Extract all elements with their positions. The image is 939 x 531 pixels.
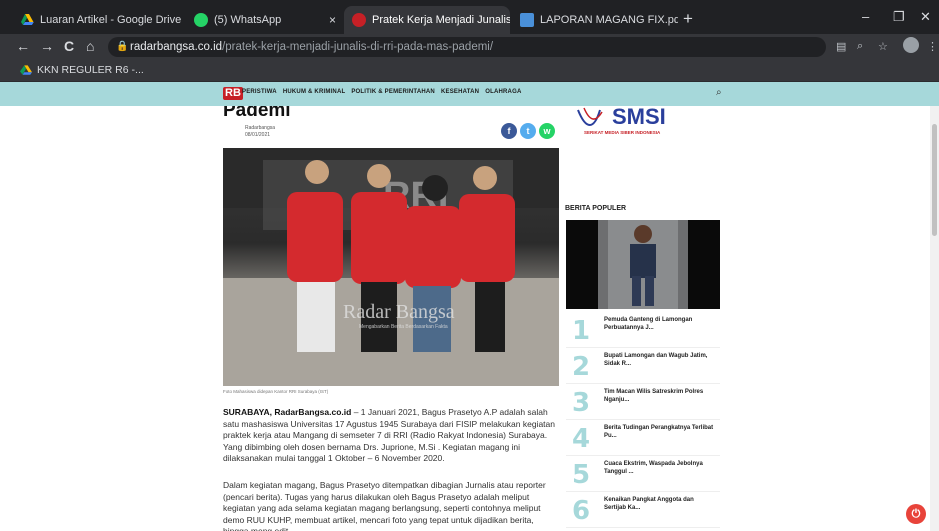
article-title: Pademi bbox=[223, 106, 291, 121]
popular-list: 1 Pemuda Ganteng di Lamongan Perbuatanny… bbox=[566, 312, 720, 528]
site-nav-bar: RB PERISTIWA HUKUM & KRIMINAL POLITIK & … bbox=[0, 82, 939, 106]
menu-item-hukum-kriminal[interactable]: HUKUM & KRIMINAL bbox=[283, 89, 346, 95]
popular-rank: 4 bbox=[572, 424, 591, 454]
smsi-subtitle: SERIKAT MEDIA SIBER INDONESIA bbox=[584, 130, 661, 135]
bookmark-star-icon[interactable]: ☆ bbox=[878, 40, 888, 53]
article-paragraph-2: Dalam kegiatan magang, Bagus Prasetyo di… bbox=[223, 480, 546, 531]
popular-title[interactable]: Kenaikan Pangkat Anggota dan Sertijab Ka… bbox=[604, 496, 716, 512]
popular-rank: 6 bbox=[572, 496, 591, 526]
reload-button[interactable]: C bbox=[64, 38, 74, 54]
popular-title[interactable]: Pemuda Ganteng di Lamongan Perbuatannya … bbox=[604, 316, 716, 332]
tab-label: LAPORAN MAGANG FIX.pdf bbox=[540, 14, 678, 26]
menu-item-peristiwa[interactable]: PERISTIWA bbox=[242, 89, 277, 95]
browser-toolbar: ← → C ⌂ 🔒 radarbangsa.co.id/pratek-kerja… bbox=[0, 34, 939, 60]
tab-google-drive[interactable]: Luaran Artikel - Google Drive × bbox=[12, 6, 190, 34]
popular-title[interactable]: Berita Tudingan Perangkatnya Terlibat Pu… bbox=[604, 424, 716, 440]
tab-label: Luaran Artikel - Google Drive bbox=[40, 14, 182, 26]
popular-rank: 5 bbox=[572, 460, 591, 490]
chat-widget-button[interactable]: ⏻ bbox=[906, 504, 926, 524]
google-drive-icon bbox=[21, 14, 34, 25]
popular-rank: 2 bbox=[572, 352, 591, 382]
article-paragraph-1: SURABAYA, RadarBangsa.co.id – 1 Januari … bbox=[223, 407, 559, 465]
menu-item-politik[interactable]: POLITIK & PEMERINTAHAN bbox=[351, 89, 435, 95]
whatsapp-share-icon[interactable]: w bbox=[539, 123, 555, 139]
radarbangsa-favicon bbox=[352, 13, 366, 27]
popular-item[interactable]: 1 Pemuda Ganteng di Lamongan Perbuatanny… bbox=[566, 312, 720, 348]
popular-item[interactable]: 4 Berita Tudingan Perangkatnya Terlibat … bbox=[566, 420, 720, 456]
url-domain: radarbangsa.co.id bbox=[130, 41, 223, 53]
menu-dots-icon[interactable]: ⋮ bbox=[927, 40, 938, 53]
menu-item-olahraga[interactable]: OLAHRAGA bbox=[485, 89, 521, 95]
popular-rank: 1 bbox=[572, 316, 591, 346]
site-menu: PERISTIWA HUKUM & KRIMINAL POLITIK & PEM… bbox=[242, 89, 521, 95]
bookmark-kkn[interactable]: KKN REGULER R6 -... bbox=[20, 64, 144, 76]
page-content: Pademi Radarbangsa 08/01/2021 f t w RRI bbox=[0, 106, 939, 531]
photo-watermark-sub: Mengabarkan Berita Berdasarkan Fakta bbox=[359, 324, 448, 330]
twitter-share-icon[interactable]: t bbox=[520, 123, 536, 139]
article-meta: Radarbangsa 08/01/2021 bbox=[245, 125, 275, 139]
popular-title[interactable]: Bupati Lamongan dan Wagub Jatim, Sidak R… bbox=[604, 352, 716, 368]
scrollbar-thumb[interactable] bbox=[932, 124, 937, 236]
smsi-text: SMSI bbox=[612, 106, 666, 129]
google-drive-icon bbox=[20, 64, 32, 75]
close-window-button[interactable]: ✕ bbox=[920, 9, 931, 25]
tab-label: Pratek Kerja Menjadi Junalis di RI bbox=[372, 14, 510, 26]
translate-icon[interactable]: ▤ bbox=[836, 40, 846, 53]
publish-date: 08/01/2021 bbox=[245, 132, 271, 138]
popular-item[interactable]: 5 Cuaca Ekstrim, Waspada Jebolnya Tanggu… bbox=[566, 456, 720, 492]
address-bar[interactable]: 🔒 radarbangsa.co.id/pratek-kerja-menjadi… bbox=[108, 37, 826, 57]
new-tab-button[interactable]: + bbox=[683, 9, 693, 29]
popular-item[interactable]: 3 Tim Macan Wilis Satreskrim Polres Ngan… bbox=[566, 384, 720, 420]
back-button[interactable]: ← bbox=[16, 38, 30, 54]
tab-whatsapp[interactable]: (5) WhatsApp × bbox=[186, 6, 344, 34]
popular-rank: 3 bbox=[572, 388, 591, 418]
popular-heading: BERITA POPULER bbox=[565, 205, 627, 212]
whatsapp-icon bbox=[194, 13, 208, 27]
restore-button[interactable]: ❐ bbox=[893, 9, 905, 25]
photo-watermark: Radar Bangsa bbox=[343, 301, 455, 323]
tab-pdf[interactable]: LAPORAN MAGANG FIX.pdf × bbox=[512, 6, 678, 34]
popular-title[interactable]: Tim Macan Wilis Satreskrim Polres Nganju… bbox=[604, 388, 716, 404]
group-photo: RRI Radar Bangsa Mengabarkan Berita Berd… bbox=[223, 148, 559, 386]
lock-icon: 🔒 bbox=[116, 41, 129, 52]
article-photo: RRI Radar Bangsa Mengabarkan Berita Berd… bbox=[223, 148, 559, 386]
forward-button[interactable]: → bbox=[40, 38, 54, 54]
bookmark-label: KKN REGULER R6 -... bbox=[37, 64, 144, 76]
tab-radarbangsa[interactable]: Pratek Kerja Menjadi Junalis di RI × bbox=[344, 6, 510, 34]
profile-avatar[interactable] bbox=[903, 37, 919, 53]
bookmarks-bar: KKN REGULER R6 -... bbox=[0, 60, 939, 82]
home-button[interactable]: ⌂ bbox=[86, 38, 94, 54]
popular-title[interactable]: Cuaca Ekstrim, Waspada Jebolnya Tanggul … bbox=[604, 460, 716, 476]
dateline: SURABAYA, RadarBangsa.co.id bbox=[223, 407, 352, 417]
thumbnail-image bbox=[598, 220, 688, 309]
facebook-share-icon[interactable]: f bbox=[501, 123, 517, 139]
minimize-button[interactable]: – bbox=[862, 9, 869, 24]
search-icon[interactable]: ⌕ bbox=[716, 87, 722, 98]
close-tab-icon[interactable]: × bbox=[321, 13, 336, 27]
tab-label: (5) WhatsApp bbox=[214, 14, 282, 26]
popular-thumbnail[interactable] bbox=[566, 220, 720, 309]
zoom-icon[interactable]: ⌕ bbox=[857, 40, 863, 53]
url-path: /pratek-kerja-menjadi-junalis-di-rri-pad… bbox=[222, 41, 494, 53]
popular-item[interactable]: 6 Kenaikan Pangkat Anggota dan Sertijab … bbox=[566, 492, 720, 528]
browser-tab-bar: Luaran Artikel - Google Drive × (5) What… bbox=[0, 0, 939, 34]
menu-item-kesehatan[interactable]: KESEHATAN bbox=[441, 89, 479, 95]
smsi-banner[interactable]: SMSI SERIKAT MEDIA SIBER INDONESIA bbox=[576, 106, 718, 136]
photo-caption: Foto Mahasiswa didepan Kantor RRI Suraba… bbox=[223, 389, 329, 394]
popular-item[interactable]: 2 Bupati Lamongan dan Wagub Jatim, Sidak… bbox=[566, 348, 720, 384]
file-icon bbox=[520, 13, 534, 27]
site-logo[interactable]: RB bbox=[223, 87, 243, 100]
author-name[interactable]: Radarbangsa bbox=[245, 125, 275, 132]
